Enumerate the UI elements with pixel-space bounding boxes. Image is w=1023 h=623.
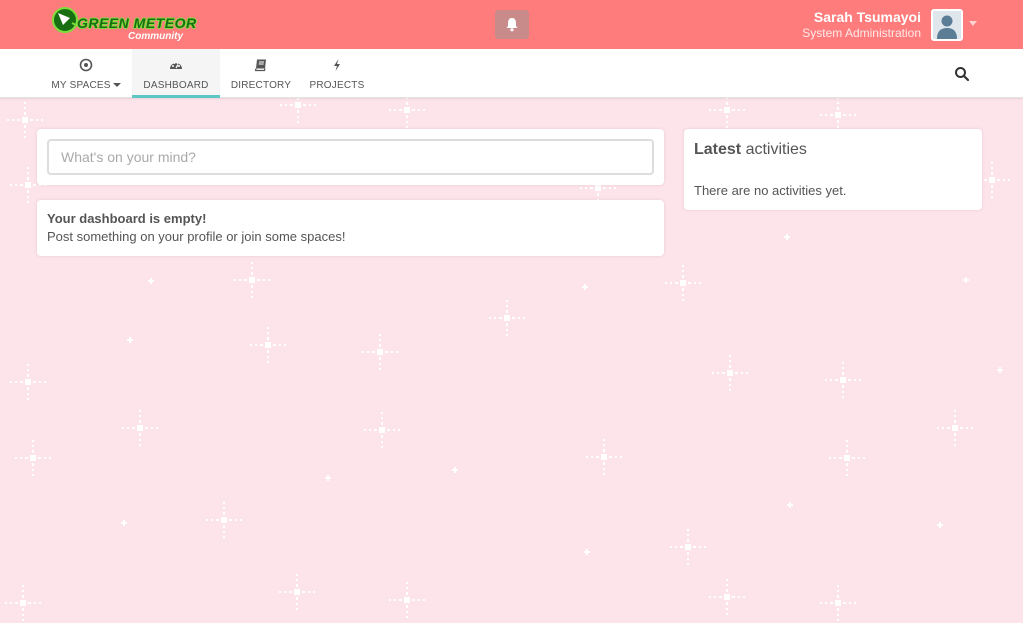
top-bar: GREEN METEOR Community Sarah Tsumayoi Sy… <box>0 0 1023 49</box>
bell-icon <box>506 18 518 32</box>
chevron-down-icon[interactable] <box>969 21 977 26</box>
nav-label-dashboard: DASHBOARD <box>143 80 209 91</box>
activities-empty-text: There are no activities yet. <box>694 183 847 198</box>
brand-subtitle: Community <box>128 31 183 42</box>
nav-label-projects: PROJECTS <box>309 80 365 91</box>
user-silhouette-icon <box>933 11 961 39</box>
main-nav: MY SPACES DASHBOARD DIRECTORY PROJECTS <box>0 49 1023 98</box>
notifications-button[interactable] <box>495 10 529 39</box>
empty-dashboard-title: Your dashboard is empty! <box>47 211 207 226</box>
empty-dashboard-text: Post something on your profile or join s… <box>47 229 346 244</box>
search-icon[interactable] <box>954 66 970 82</box>
nav-label-my-spaces: MY SPACES <box>51 80 111 91</box>
latest-activities-panel: Latest activities There are no activitie… <box>684 129 982 210</box>
nav-item-projects[interactable]: PROJECTS <box>302 49 372 98</box>
activities-heading: Latest activities <box>694 141 807 159</box>
bolt-icon <box>334 59 340 71</box>
caret-down-icon <box>112 83 121 88</box>
user-menu[interactable]: Sarah Tsumayoi System Administration <box>802 9 921 41</box>
target-icon <box>79 58 93 72</box>
nav-item-dashboard[interactable]: DASHBOARD <box>132 49 220 98</box>
dashboard-empty-panel: Your dashboard is empty! Post something … <box>37 200 664 256</box>
user-name: Sarah Tsumayoi <box>813 9 921 25</box>
nav-item-my-spaces[interactable]: MY SPACES <box>42 49 130 98</box>
brand-name: GREEN METEOR <box>77 15 197 31</box>
book-icon <box>254 59 266 72</box>
activities-heading-bold: Latest <box>694 141 742 158</box>
nav-item-directory[interactable]: DIRECTORY <box>222 49 300 98</box>
post-input[interactable] <box>47 139 654 175</box>
activities-heading-rest: activities <box>745 141 807 158</box>
post-panel <box>37 129 664 185</box>
user-role: System Administration <box>802 26 921 40</box>
dashboard-icon <box>170 62 182 69</box>
nav-label-directory: DIRECTORY <box>230 80 292 91</box>
avatar[interactable] <box>931 9 963 41</box>
